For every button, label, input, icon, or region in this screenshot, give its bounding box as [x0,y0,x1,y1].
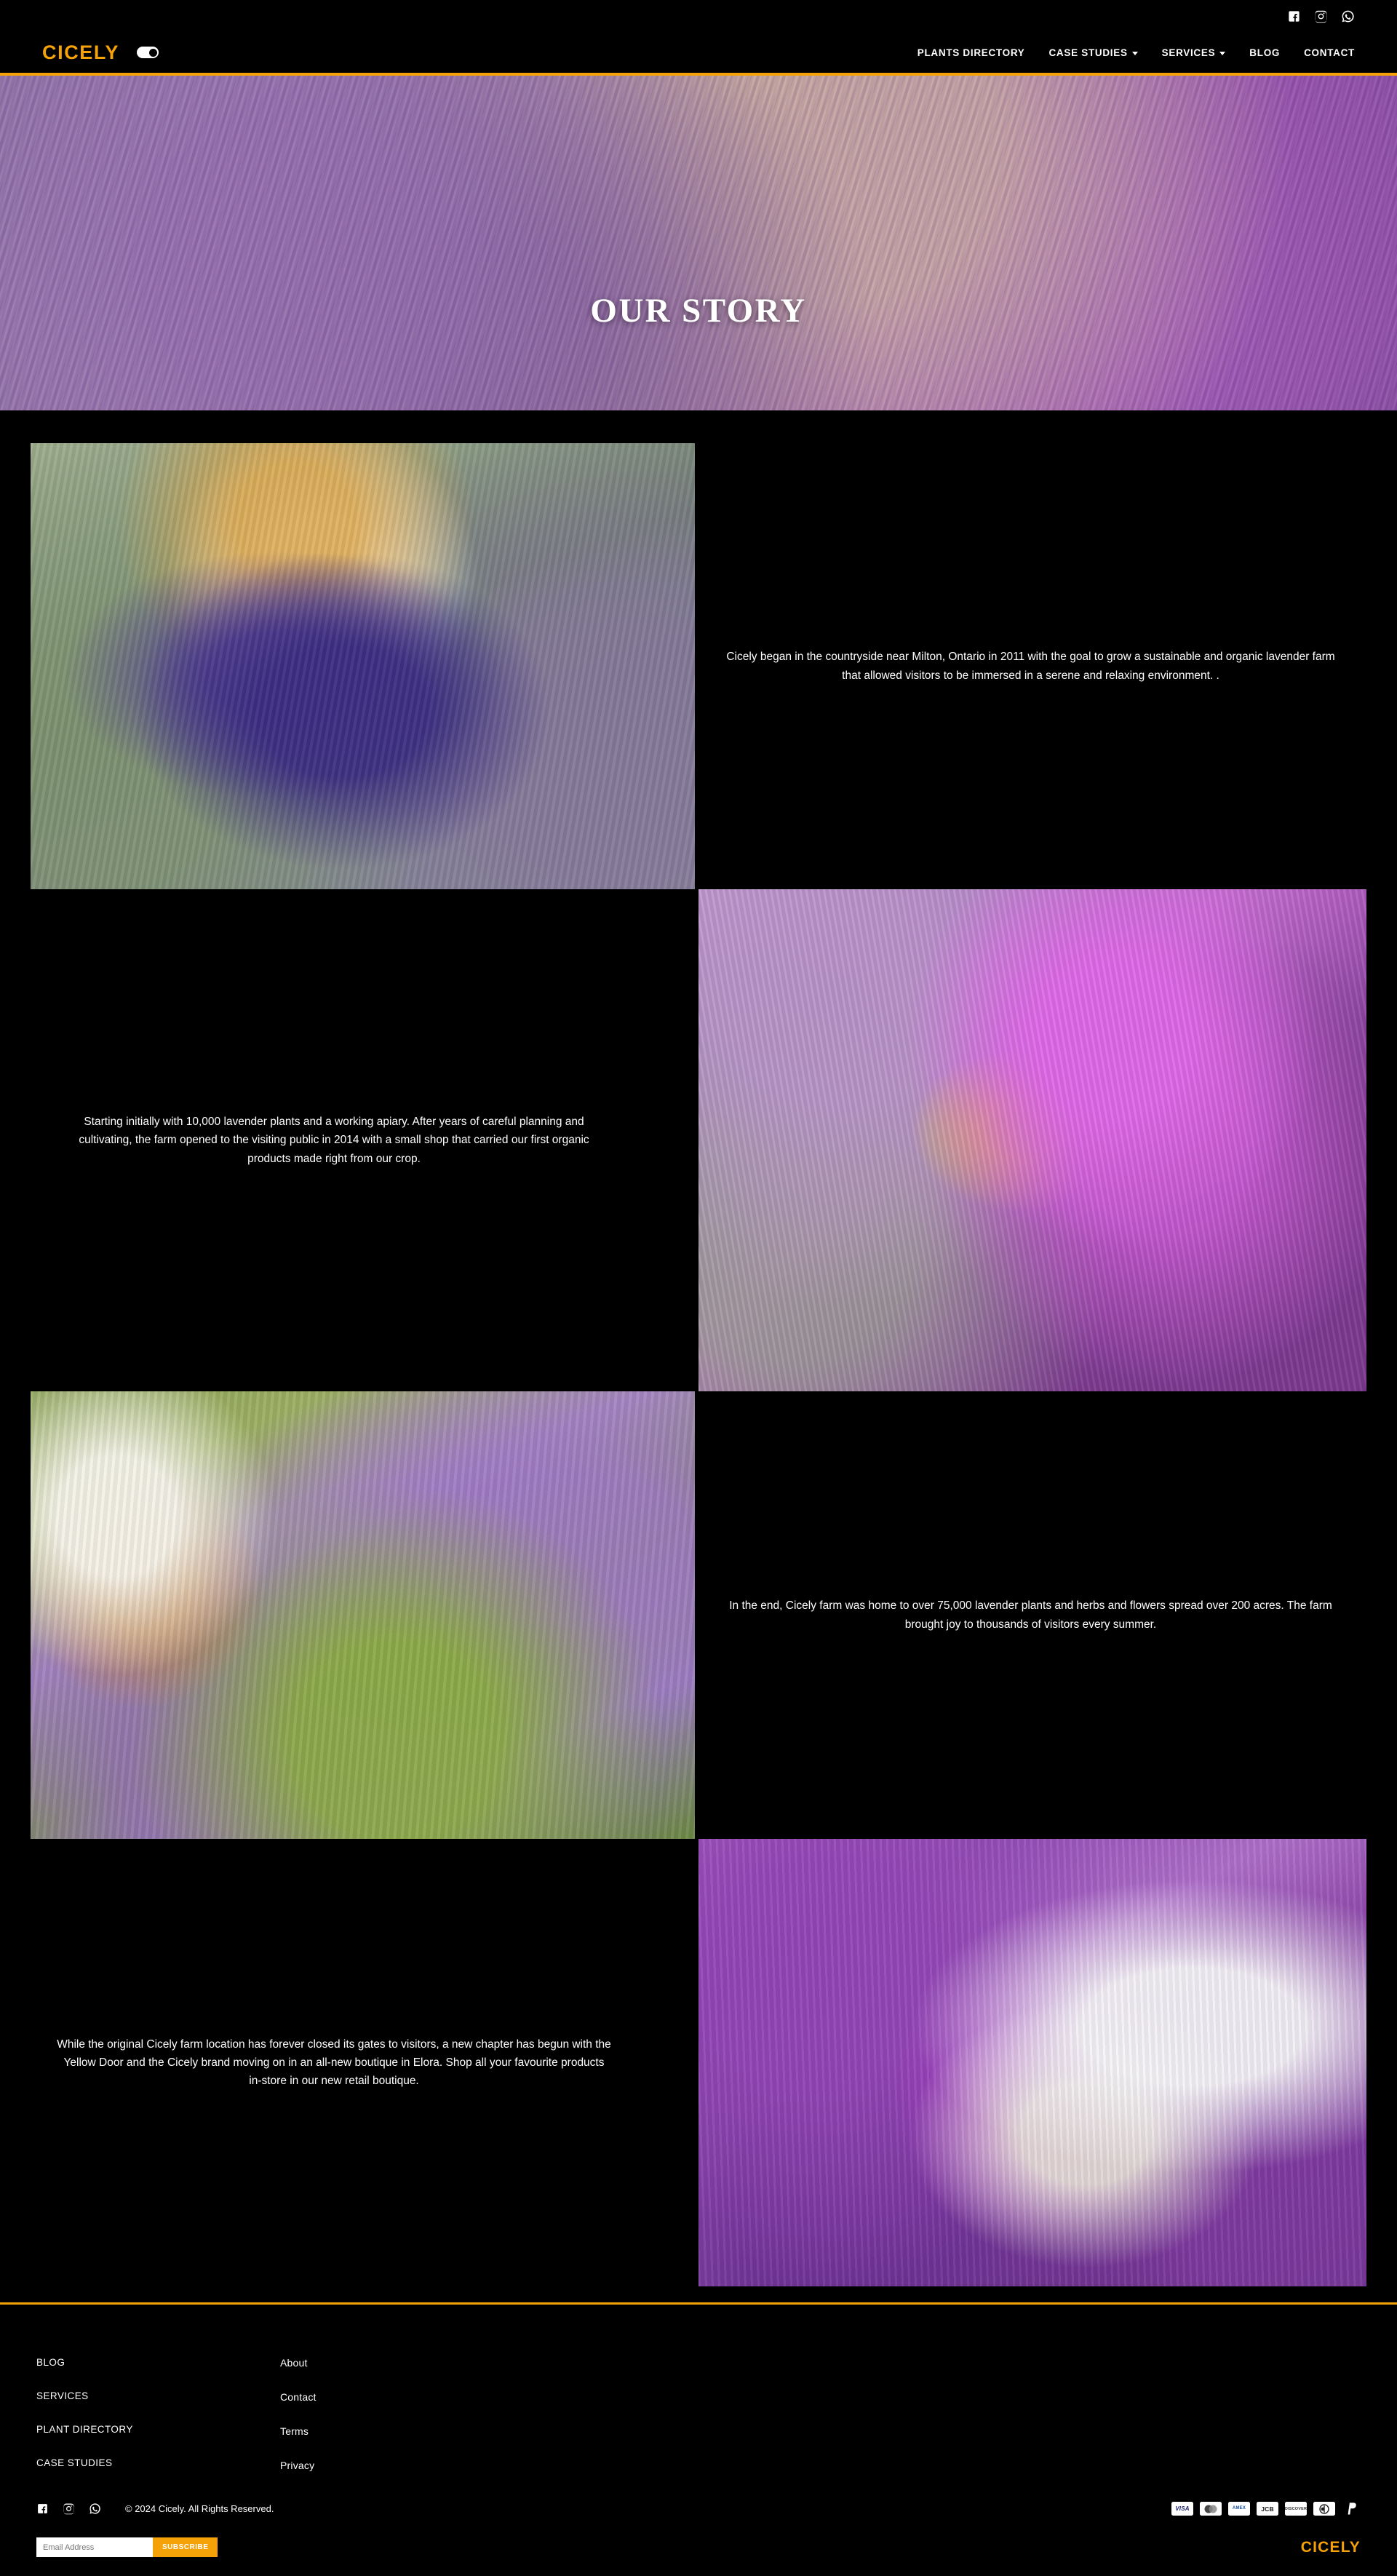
story-row-1: Cicely began in the countryside near Mil… [0,443,1397,889]
chevron-down-icon [1131,51,1138,55]
footer-link-case-studies[interactable]: CASE STUDIES [36,2457,204,2468]
main-navigation-bar: CICELY PLANTS DIRECTORY CASE STUDIES SER… [0,32,1397,73]
footer-social-links [36,2503,101,2515]
jcb-icon: JCB [1257,2502,1278,2516]
instagram-icon[interactable] [63,2503,75,2515]
story-content: Cicely began in the countryside near Mil… [0,410,1397,2286]
mastercard-icon [1200,2502,1222,2516]
story-image-1 [31,443,695,889]
nav-label: PLANTS DIRECTORY [917,47,1025,58]
story-text-2: Starting initially with 10,000 lavender … [0,889,668,1391]
visa-icon: VISA [1171,2502,1193,2516]
story-text-4: While the original Cicely farm location … [0,1839,668,2286]
footer-link-columns: BLOG SERVICES PLANT DIRECTORY CASE STUDI… [36,2357,1361,2471]
footer-bottom-bar: © 2024 Cicely. All Rights Reserved. VISA… [36,2502,1361,2516]
hero-background-image [0,76,1397,410]
footer-logo[interactable]: CICELY [1301,2539,1361,2556]
site-footer: BLOG SERVICES PLANT DIRECTORY CASE STUDI… [0,2305,1397,2576]
nav-label: CASE STUDIES [1048,47,1128,58]
story-image-2 [698,889,1366,1391]
story-paragraph: Cicely began in the countryside near Mil… [726,651,1335,682]
story-paragraph: While the original Cicely farm location … [57,2038,611,2088]
page-title: OUR STORY [590,292,807,330]
subscribe-button[interactable]: SUBSCRIBE [153,2537,218,2557]
amex-label: AMEX [1232,2506,1246,2511]
paypal-icon [1342,2502,1361,2516]
whatsapp-icon[interactable] [89,2503,101,2515]
top-utility-bar [0,0,1397,32]
nav-label: BLOG [1249,47,1281,58]
footer-link-terms[interactable]: Terms [280,2425,447,2437]
story-paragraph: Starting initially with 10,000 lavender … [79,1116,589,1165]
nav-item-plants-directory[interactable]: PLANTS DIRECTORY [918,47,1025,58]
newsletter-row: SUBSCRIBE CICELY [36,2537,1361,2576]
nav-item-services[interactable]: SERVICES [1162,47,1226,58]
newsletter-form: SUBSCRIBE [36,2537,218,2557]
nav-label: CONTACT [1304,47,1355,58]
email-field[interactable] [36,2537,153,2557]
copyright-text: © 2024 Cicely. All Rights Reserved. [125,2503,274,2514]
story-text-3: In the end, Cicely farm was home to over… [695,1391,1366,1839]
site-logo[interactable]: CICELY [42,41,119,64]
footer-link-services[interactable]: SERVICES [36,2390,204,2401]
nav-item-blog[interactable]: BLOG [1249,47,1280,58]
woman-in-white-dress-photo [698,1839,1366,2286]
top-social-links [1287,9,1355,23]
story-image-4 [698,1839,1366,2286]
story-text-1: Cicely began in the countryside near Mil… [695,443,1366,889]
footer-link-plant-directory[interactable]: PLANT DIRECTORY [36,2424,204,2435]
payment-methods: VISA AMEX JCB DISCOVER [1171,2502,1361,2516]
story-row-3: In the end, Cicely farm was home to over… [0,1391,1397,1839]
story-row-2: Starting initially with 10,000 lavender … [0,889,1397,1391]
woman-with-basket-photo [31,443,695,889]
nav-item-contact[interactable]: CONTACT [1304,47,1355,58]
facebook-icon[interactable] [1287,9,1301,23]
footer-column-secondary: About Contact Terms Privacy [280,2357,447,2471]
whatsapp-icon[interactable] [1341,9,1355,23]
instagram-icon[interactable] [1314,9,1328,23]
story-image-3 [31,1391,695,1839]
amex-icon: AMEX [1228,2502,1250,2516]
dark-mode-toggle[interactable] [137,47,159,58]
nav-item-case-studies[interactable]: CASE STUDIES [1048,47,1138,58]
footer-link-contact[interactable]: Contact [280,2391,447,2403]
diners-club-icon [1313,2502,1335,2516]
footer-link-blog[interactable]: BLOG [36,2357,204,2368]
footer-link-privacy[interactable]: Privacy [280,2460,447,2471]
nav-label: SERVICES [1161,47,1216,58]
story-row-4: While the original Cicely farm location … [0,1839,1397,2286]
nav-links: PLANTS DIRECTORY CASE STUDIES SERVICES B… [918,47,1355,58]
hero-banner: OUR STORY [0,76,1397,410]
brand-area: CICELY [42,41,159,64]
footer-link-about[interactable]: About [280,2357,447,2369]
story-paragraph: In the end, Cicely farm was home to over… [729,1599,1332,1631]
discover-icon: DISCOVER [1285,2502,1307,2516]
easel-in-lavender-field-photo [31,1391,695,1839]
facebook-icon[interactable] [36,2503,49,2515]
bee-on-lavender-photo [698,889,1366,1391]
footer-column-primary: BLOG SERVICES PLANT DIRECTORY CASE STUDI… [36,2357,204,2471]
chevron-down-icon [1219,51,1226,55]
